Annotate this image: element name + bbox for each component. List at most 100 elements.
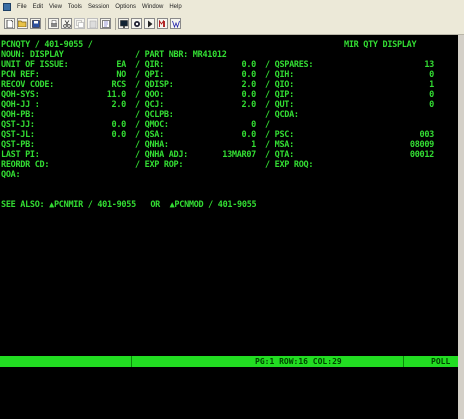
field-label: QOH-PB: <box>1 110 35 120</box>
screen-row: QOA: <box>0 170 458 180</box>
paste-icon[interactable] <box>87 18 98 29</box>
screen-row: QOH-SYS: 11.0 / QOO: 0.0 / QIP: 0 <box>0 90 458 100</box>
field-value: 0.0 <box>241 70 257 80</box>
screen-row: RECOV CODE: RCS / QDISP: 2.0 / QIO: 1 <box>0 80 458 90</box>
screen-row: REORDR CD: / EXP ROP: / EXP ROQ: <box>0 160 458 170</box>
field-value: 003 <box>419 130 435 140</box>
find-icon[interactable] <box>100 18 111 29</box>
screen-row: LAST PI: / QNHA ADJ: 13MAR07 / QTA: 0001… <box>0 150 458 160</box>
save-icon[interactable] <box>30 18 41 29</box>
field-value: 0.0 <box>111 120 127 130</box>
field-value: 0 <box>251 120 256 130</box>
menu-edit[interactable]: Edit <box>30 4 46 10</box>
field-value: 0 <box>429 70 434 80</box>
screen-row: QST-JL: 0.0 / QSA: 0.0 / PSC: 003 <box>0 130 458 140</box>
field-label: / QSPARES: <box>265 60 314 70</box>
field-value: 13MAR07 <box>222 150 256 160</box>
toolbar-separator <box>45 17 46 30</box>
screen-row: NOUN: DISPLAY / PART NBR: MR41012 <box>0 50 458 60</box>
field-value: 1 <box>251 140 256 150</box>
print-icon[interactable] <box>48 18 59 29</box>
field-value: 0 <box>429 90 434 100</box>
screen-row: QST-JJ: 0.0 / QMOC: 0 / <box>0 120 458 130</box>
field-label: / QPI: <box>135 70 164 80</box>
field-value: 0.0 <box>241 90 257 100</box>
menu-options[interactable]: Options <box>112 4 139 10</box>
terminal-emulator-window: File Edit View Tools Session Options Win… <box>0 0 464 419</box>
field-label: / QSA: <box>135 130 164 140</box>
field-label: QST-PB: <box>1 140 35 150</box>
field-label: QST-JL: <box>1 130 35 140</box>
screen-header: PCNQTY / 401-9055 / MIR QTY DISPLAY <box>0 40 458 50</box>
menu-file[interactable]: File <box>14 4 30 10</box>
menu-help[interactable]: Help <box>166 4 184 10</box>
field-value: 00012 <box>409 150 434 160</box>
field-label: QST-JJ: <box>1 120 35 130</box>
see-also-line[interactable]: SEE ALSO: ▲PCNMIR / 401-9055 OR ▲PCNMOD … <box>0 200 458 210</box>
see-also-text[interactable]: SEE ALSO: ▲PCNMIR / 401-9055 OR ▲PCNMOD … <box>1 200 257 210</box>
new-icon[interactable] <box>4 18 15 29</box>
field-value: 08009 <box>409 140 434 150</box>
help-icon[interactable] <box>170 18 181 29</box>
field-value: RCS <box>111 80 127 90</box>
field-value: 0.0 <box>241 60 257 70</box>
screen-transaction-id: PCNQTY / 401-9055 / <box>1 40 93 50</box>
field-label: / EXP ROQ: <box>265 160 314 170</box>
field-label: / QDISP: <box>135 80 174 90</box>
field-value: 1 <box>429 80 434 90</box>
field-label: / PSC: <box>265 130 294 140</box>
macro-icon[interactable] <box>157 18 168 29</box>
menu-window[interactable]: Window <box>139 4 166 10</box>
cut-icon[interactable] <box>61 18 72 29</box>
menu-tools[interactable]: Tools <box>65 4 85 10</box>
field-label: / QNHA: <box>135 140 169 150</box>
field-value: 0.0 <box>111 130 127 140</box>
field-value: 11.0 <box>106 90 127 100</box>
field-label: PCN REF: <box>1 70 40 80</box>
field-label: QOH-JJ : <box>1 100 40 110</box>
field-label: / QIH: <box>265 70 294 80</box>
field-value: 2.0 <box>111 100 127 110</box>
field-label: UNIT OF ISSUE: <box>1 60 69 70</box>
menu-bar: File Edit View Tools Session Options Win… <box>0 0 464 13</box>
noun-label: NOUN: DISPLAY <box>1 50 64 60</box>
field-label: / QNHA ADJ: <box>135 150 188 160</box>
field-label: / QIP: <box>265 90 294 100</box>
field-label: REORDR CD: <box>1 160 50 170</box>
field-label: QOA: <box>1 170 21 180</box>
field-label: / QMOC: <box>135 120 169 130</box>
screen-row: UNIT OF ISSUE: EA / QIR: 0.0 / QSPARES: … <box>0 60 458 70</box>
field-label: / QCJ: <box>135 100 164 110</box>
field-label: / QUT: <box>265 100 294 110</box>
field-label: / QOO: <box>135 90 164 100</box>
field-value: 0.0 <box>241 130 257 140</box>
screen-icon[interactable] <box>118 18 129 29</box>
field-label: / QIO: <box>265 80 294 90</box>
field-label: / EXP ROP: <box>135 160 184 170</box>
field-label: QOH-SYS: <box>1 90 40 100</box>
field-label: / MSA: <box>265 140 294 150</box>
play-icon[interactable] <box>144 18 155 29</box>
copy-icon[interactable] <box>74 18 85 29</box>
status-divider <box>403 356 404 367</box>
field-value: EA <box>116 60 126 70</box>
field-value: 13 <box>424 60 434 70</box>
toolbar-separator <box>115 17 116 30</box>
field-label: / QCLPB: <box>135 110 174 120</box>
field-label: LAST PI: <box>1 150 40 160</box>
menu-view[interactable]: View <box>46 4 65 10</box>
field-value: NO <box>116 70 126 80</box>
field-value: 0 <box>429 100 434 110</box>
record-icon[interactable] <box>131 18 142 29</box>
app-icon <box>3 2 11 11</box>
field-value: 2.0 <box>241 100 257 110</box>
field-label: / QIR: <box>135 60 164 70</box>
menu-session[interactable]: Session <box>85 4 112 10</box>
screen-row: QOH-PB: / QCLPB: / QCDA: <box>0 110 458 120</box>
screen-title: MIR QTY DISPLAY <box>344 40 417 50</box>
vertical-scrollbar[interactable] <box>458 35 464 419</box>
open-icon[interactable] <box>17 18 28 29</box>
status-divider <box>131 356 132 367</box>
field-label: / QCDA: <box>265 110 299 120</box>
toolbar <box>0 13 464 35</box>
